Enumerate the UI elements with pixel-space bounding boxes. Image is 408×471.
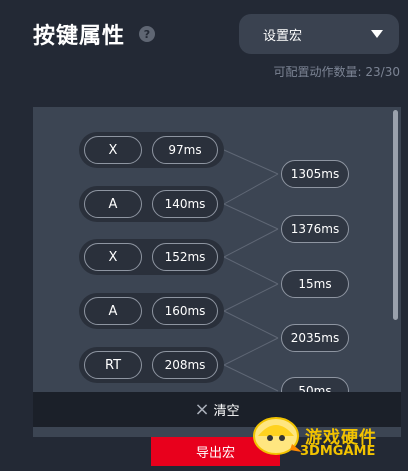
action-count-label: 可配置动作数量: 23/30 xyxy=(273,65,400,79)
action-key[interactable]: A xyxy=(84,190,142,218)
connector-line xyxy=(223,149,279,175)
action-key[interactable]: X xyxy=(84,243,142,271)
macro-action-row[interactable]: A 140ms xyxy=(79,186,224,222)
clear-label: 清空 xyxy=(213,404,240,419)
clear-button[interactable]: × 清空 xyxy=(33,392,401,427)
scrollbar[interactable] xyxy=(393,110,398,320)
close-icon: × xyxy=(194,398,210,420)
page-title: 按键属性 xyxy=(33,24,126,49)
delay-value[interactable]: 2035ms xyxy=(281,324,349,352)
action-time[interactable]: 208ms xyxy=(152,351,218,379)
macro-panel: X 97ms A 140ms X 152ms A 160ms RT 208ms … xyxy=(33,107,401,437)
connector-line xyxy=(223,283,279,312)
delay-value[interactable]: 1305ms xyxy=(281,160,349,188)
connector-line xyxy=(223,228,279,258)
connector-line xyxy=(223,173,279,205)
watermark-logo xyxy=(253,417,302,455)
action-key[interactable]: RT xyxy=(84,351,142,379)
macro-action-row[interactable]: X 152ms xyxy=(79,239,224,275)
macro-mode-dropdown[interactable]: 设置宏 xyxy=(239,14,399,54)
action-key[interactable]: A xyxy=(84,297,142,325)
dropdown-selected-value: 设置宏 xyxy=(263,28,303,44)
action-time[interactable]: 140ms xyxy=(152,190,218,218)
action-time[interactable]: 97ms xyxy=(152,136,218,164)
delay-value[interactable]: 15ms xyxy=(281,270,349,298)
action-time[interactable]: 152ms xyxy=(152,243,218,271)
action-key[interactable]: X xyxy=(84,136,142,164)
watermark-subtext: 3DMGAME xyxy=(300,444,376,459)
macro-action-row[interactable]: A 160ms xyxy=(79,293,224,329)
delay-value[interactable]: 1376ms xyxy=(281,215,349,243)
connector-line xyxy=(223,337,279,366)
macro-action-row[interactable]: X 97ms xyxy=(79,132,224,168)
caret-down-icon xyxy=(371,30,383,38)
connector-line xyxy=(223,310,279,339)
action-time[interactable]: 160ms xyxy=(152,297,218,325)
connector-line xyxy=(223,256,279,285)
help-icon[interactable]: ? xyxy=(139,26,155,42)
connector-line xyxy=(223,364,279,392)
connector-line xyxy=(223,203,279,230)
macro-action-row[interactable]: RT 208ms xyxy=(79,347,224,383)
